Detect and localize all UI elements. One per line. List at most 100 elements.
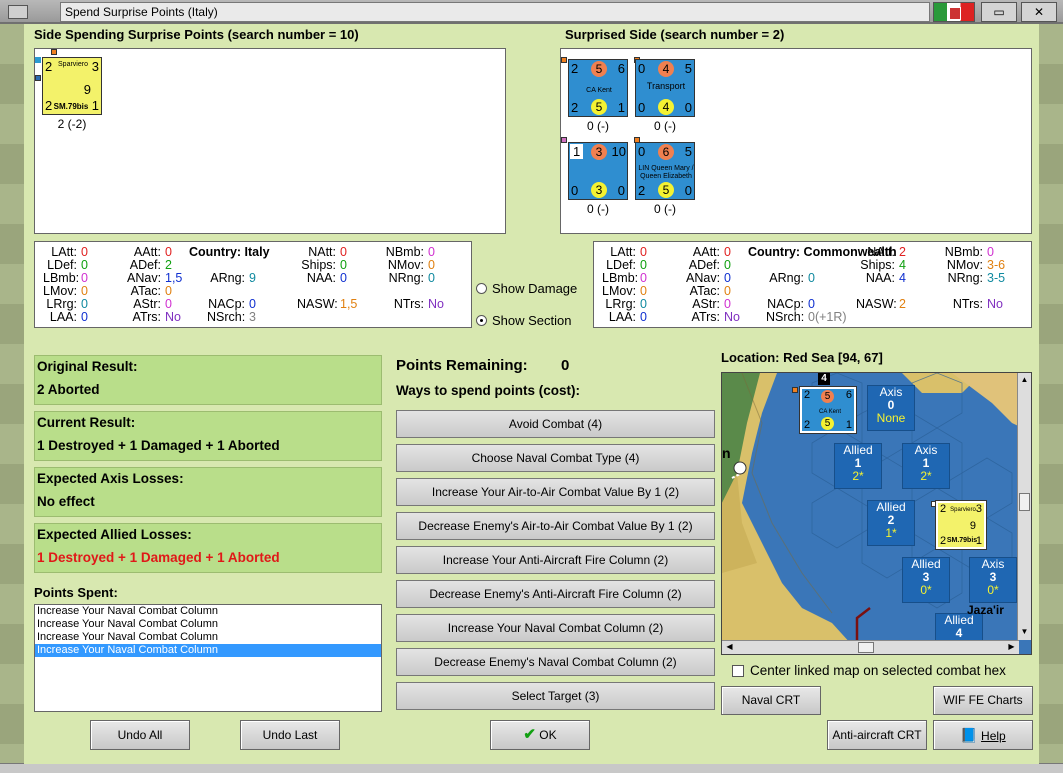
decrease-enemy-anti-aircraft-button[interactable]: Decrease Enemy's Anti-Aircraft Fire Colu… [396,580,715,608]
map-place-label: n [722,445,731,461]
help-button[interactable]: 📘 Help [933,720,1033,750]
unit-marker-icon [51,49,57,55]
scroll-left-icon[interactable]: ◀ [724,642,735,653]
map-air-counter[interactable]: 2 Sparviero 3 9 2 SM.79bis 1 [935,500,987,550]
commonwealth-stats-panel: LAtt: 0 AAtt: 0 NAtt: 2 NBmb: 0 LDef: 0 ADef: 0 Ship… [593,241,1032,328]
scroll-right-icon[interactable]: ▶ [1006,642,1017,653]
map-naval-counter[interactable]: 2 5 6 CA Kent 2 5 1 [799,386,857,434]
scroll-down-icon[interactable]: ▼ [1019,627,1030,638]
help-book-icon: 📘 [960,727,978,743]
undo-last-button[interactable]: Undo Last [240,720,340,750]
ok-button[interactable]: ✔ OK [490,720,590,750]
radio-circle-selected-icon [476,315,487,326]
stat-label: NAA: [865,271,895,285]
unit-marker-icon [561,57,567,63]
map-horizontal-scrollbar[interactable]: ◀ ▶ [722,640,1019,654]
stat-value: 0 [808,271,815,285]
show-damage-label: Show Damage [492,281,578,296]
stat-value: 3-5 [987,271,1006,285]
show-section-label: Show Section [492,313,572,328]
allied-losses-panel: Expected Allied Losses: 1 Destroyed + 1 … [34,523,382,573]
italy-stats-panel: LAtt: 0 AAtt: 0 NAtt: 0 NBmb: 0 LDef: 0 ADef: 2 Ship… [34,241,472,328]
unit-marker-icon [35,57,41,63]
avoid-combat-button[interactable]: Avoid Combat (4) [396,410,715,438]
unit-caption: 0 (-) [654,202,676,216]
scroll-thumb[interactable] [1019,493,1030,511]
ok-label: OK [539,728,557,742]
stat-value: 0 [428,271,435,285]
stat-label: NTrs: [952,297,983,311]
stat-value: 0 [640,310,647,324]
select-target-button[interactable]: Select Target (3) [396,682,715,710]
stat-value: 1,5 [340,297,358,311]
naval-unit-counter[interactable]: 0 4 5 Transport 0 4 0 [635,59,695,117]
stat-value: 0(+1R) [808,310,847,324]
stat-value: 0 [81,310,88,324]
hex-info-axis-3[interactable]: Axis 3 0* [969,557,1017,603]
naval-unit-counter[interactable]: 0 6 5 LIN Queen Mary / Queen Elizabeth 2… [635,142,695,200]
stack-count-badge: 4 [818,373,830,385]
scroll-thumb[interactable] [858,642,874,653]
points-remaining-label: Points Remaining: [396,357,528,374]
axis-losses-value: No effect [37,494,95,509]
stat-label: ARng: [769,271,804,285]
list-item[interactable]: Increase Your Naval Combat Column [35,631,381,644]
show-section-radio[interactable]: Show Section [476,313,572,328]
original-result-panel: Original Result: 2 Aborted [34,355,382,405]
list-item[interactable]: Increase Your Naval Combat Column [35,605,381,618]
naval-unit-counter[interactable]: 1 3 10 0 3 0 [568,142,628,200]
center-linked-map-label: Center linked map on selected combat hex [750,663,1006,678]
hex-info-allied-1[interactable]: Allied 1 2* [834,443,882,489]
current-result-value: 1 Destroyed + 1 Damaged + 1 Aborted [37,438,280,453]
show-damage-radio[interactable]: Show Damage [476,281,577,296]
country-label: Country: Italy [189,245,270,259]
list-item-selected[interactable]: Increase Your Naval Combat Column [35,644,381,657]
axis-losses-panel: Expected Axis Losses: No effect [34,467,382,517]
stat-label: LAA: [608,310,636,324]
hex-info-allied-2[interactable]: Allied 2 1* [867,500,915,546]
stat-label: ATrs: [132,310,161,324]
wif-fe-charts-button[interactable]: WIF FE Charts [933,686,1033,715]
increase-naval-combat-button[interactable]: Increase Your Naval Combat Column (2) [396,614,715,642]
decrease-enemy-naval-combat-button[interactable]: Decrease Enemy's Naval Combat Column (2) [396,648,715,676]
stat-value: 3 [249,310,256,324]
hex-info-allied-3[interactable]: Allied 3 0* [902,557,950,603]
unit-caption: 2 (-2) [57,117,87,131]
combat-map[interactable]: 4 2 5 6 CA Kent 2 5 1 n Axis 0 None Allied… [721,372,1032,655]
air-unit-counter[interactable]: 2 Sparviero 3 9 2 SM.79bis 1 [42,57,102,115]
restore-button[interactable]: ▭ [981,2,1017,22]
scroll-up-icon[interactable]: ▲ [1019,375,1030,386]
window-menu-button[interactable] [8,5,28,19]
stat-label: LAA: [49,310,77,324]
choose-naval-combat-type-button[interactable]: Choose Naval Combat Type (4) [396,444,715,472]
hex-info-axis-0[interactable]: Axis 0 None [867,385,915,431]
allied-losses-title: Expected Allied Losses: [37,527,192,542]
ways-to-spend-label: Ways to spend points (cost): [396,383,581,398]
map-vertical-scrollbar[interactable]: ▲ ▼ [1017,373,1031,640]
anti-aircraft-crt-button[interactable]: Anti-aircraft CRT [827,720,927,750]
stat-label: NSrch: [766,310,805,324]
map-location: Location: Red Sea [94, 67] [721,350,883,365]
stat-label: ATrs: [691,310,720,324]
stat-label: NASW: [856,297,897,311]
right-frame [1039,24,1063,764]
map-city-label: Jaza'ir [967,603,1004,617]
stat-label: NRng: [947,271,983,285]
points-remaining-value: 0 [561,357,570,374]
hex-info-axis-1[interactable]: Axis 1 2* [902,443,950,489]
close-button[interactable]: ✕ [1021,2,1057,22]
center-linked-map-checkbox[interactable]: Center linked map on selected combat hex [732,663,1006,678]
increase-anti-aircraft-button[interactable]: Increase Your Anti-Aircraft Fire Column … [396,546,715,574]
list-item[interactable]: Increase Your Naval Combat Column [35,618,381,631]
decrease-enemy-air-to-air-button[interactable]: Decrease Enemy's Air-to-Air Combat Value… [396,512,715,540]
stat-label: NAA: [306,271,336,285]
naval-crt-button[interactable]: Naval CRT [721,686,821,715]
undo-all-button[interactable]: Undo All [90,720,190,750]
points-spent-list[interactable]: Increase Your Naval Combat Column Increa… [34,604,382,712]
increase-air-to-air-button[interactable]: Increase Your Air-to-Air Combat Value By… [396,478,715,506]
naval-unit-counter[interactable]: 2 5 6 CA Kent 2 5 1 [568,59,628,117]
unit-caption: 0 (-) [587,202,609,216]
stat-value: No [724,310,740,324]
stat-value: 4 [899,271,906,285]
axis-losses-title: Expected Axis Losses: [37,471,184,486]
